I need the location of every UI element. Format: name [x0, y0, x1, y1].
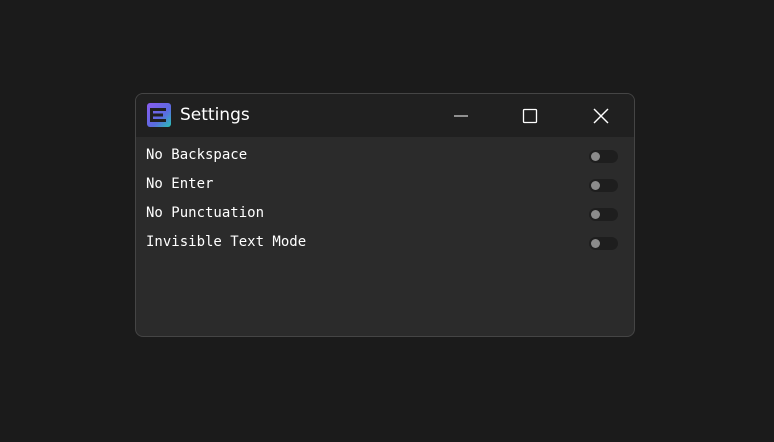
setting-row-no-backspace: No Backspace	[136, 143, 634, 172]
minimize-button[interactable]	[438, 94, 484, 137]
setting-label: Invisible Text Mode	[146, 234, 307, 250]
toggle-knob	[591, 181, 600, 190]
settings-list: No Backspace No Enter No Punctuation Inv…	[136, 137, 634, 259]
settings-window: Settings No Backspace No Enter No Punctu…	[135, 93, 635, 337]
maximize-icon	[522, 108, 538, 124]
invisible-text-mode-toggle[interactable]	[589, 237, 618, 250]
minimize-icon	[453, 108, 469, 124]
toggle-knob	[591, 210, 600, 219]
setting-label: No Backspace	[146, 147, 248, 163]
no-backspace-toggle[interactable]	[589, 150, 618, 163]
setting-label: No Punctuation	[146, 205, 265, 221]
close-icon	[592, 107, 610, 125]
no-enter-toggle[interactable]	[589, 179, 618, 192]
maximize-button[interactable]	[507, 94, 553, 137]
setting-row-no-punctuation: No Punctuation	[136, 201, 634, 230]
app-logo-icon	[146, 102, 172, 128]
title-bar[interactable]: Settings	[136, 94, 634, 137]
toggle-knob	[591, 152, 600, 161]
no-punctuation-toggle[interactable]	[589, 208, 618, 221]
window-title: Settings	[180, 105, 250, 125]
close-button[interactable]	[578, 94, 624, 137]
setting-row-invisible-text-mode: Invisible Text Mode	[136, 230, 634, 259]
setting-row-no-enter: No Enter	[136, 172, 634, 201]
toggle-knob	[591, 239, 600, 248]
setting-label: No Enter	[146, 176, 214, 192]
